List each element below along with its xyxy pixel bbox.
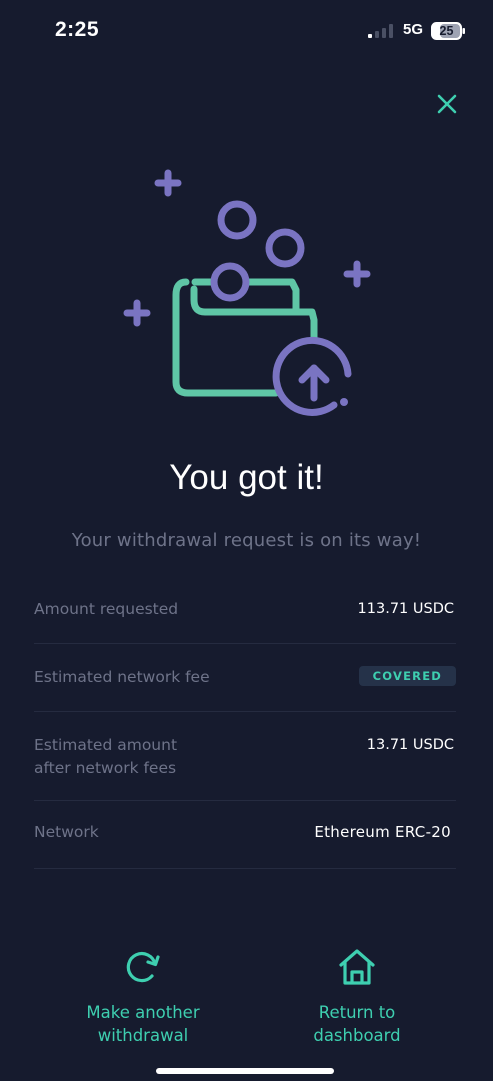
refresh-icon [126,951,160,983]
make-another-label-line2: withdrawal [97,1026,189,1045]
after-fees-label: Estimated amount after network fees [34,734,177,780]
battery-level: 25 [439,24,454,38]
home-icon [339,949,375,985]
page-subtitle: Your withdrawal request is on its way! [71,530,422,551]
return-dashboard-label: Return to dashboard [277,1001,437,1047]
withdrawal-details: Amount requested 113.71 USDC Estimated n… [34,575,456,869]
network-label: Network [34,823,99,841]
detail-row-amount: Amount requested 113.71 USDC [34,575,456,644]
network-value: Ethereum ERC-20 [314,823,451,841]
close-icon[interactable] [431,88,463,120]
after-fees-label-line2: after network fees [34,759,177,777]
return-to-dashboard-button[interactable]: Return to dashboard [277,945,437,1047]
detail-row-after-fees: Estimated amount after network fees 13.7… [34,712,456,801]
status-bar: 2:25 5G 25 [0,0,493,60]
amount-requested-value: 113.71 USDC [357,601,454,617]
network-type: 5G [403,21,424,38]
detail-row-network-fee: Estimated network fee COVERED [34,644,456,712]
make-another-withdrawal-button[interactable]: Make another withdrawal [63,945,223,1047]
status-time: 2:25 [55,18,100,41]
covered-badge: COVERED [358,666,456,686]
return-dashboard-label-line1: Return to [318,1003,396,1022]
home-indicator[interactable] [156,1068,334,1074]
page-title: You got it! [169,458,324,497]
make-another-label-line1: Make another [86,1003,200,1022]
after-fees-value: 13.71 USDC [366,737,454,753]
amount-requested-label: Amount requested [34,600,179,618]
after-fees-label-line1: Estimated amount [34,736,178,754]
return-dashboard-label-line2: dashboard [313,1026,401,1045]
withdrawal-success-screen: 2:25 5G 25 You got it! Your withdrawal r… [0,0,493,1081]
detail-row-network: Network Ethereum ERC-20 [34,801,456,869]
signal-strength-icon [368,24,393,38]
make-another-label: Make another withdrawal [63,1001,223,1047]
network-fee-label: Estimated network fee [34,668,210,686]
wallet-coins-illustration [123,169,371,416]
